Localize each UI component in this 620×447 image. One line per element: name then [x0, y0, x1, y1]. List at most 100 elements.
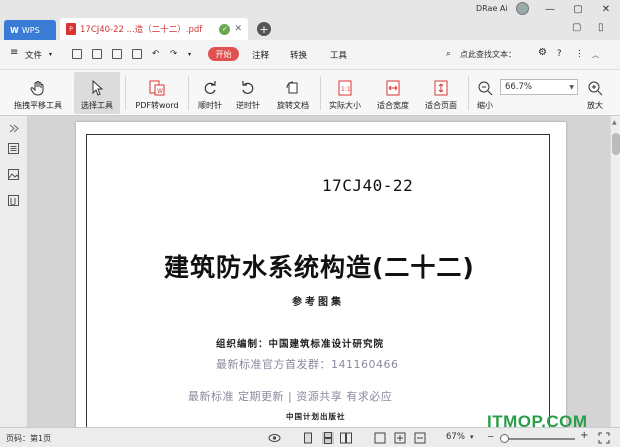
- wps-logo-icon: W: [10, 25, 19, 35]
- print-preview-icon[interactable]: [132, 49, 142, 59]
- eye-protection-icon[interactable]: [268, 432, 281, 444]
- select-tool-button[interactable]: 选择工具: [74, 72, 120, 114]
- title-bar: W WPS P 17CJ40-22 ...造（二十二）.pdf ✓ ✕ + DR…: [0, 0, 620, 40]
- hand-icon: [29, 79, 47, 97]
- tab-annotate[interactable]: 注释: [252, 49, 269, 61]
- hand-tool-button[interactable]: 拖拽平移工具: [6, 72, 70, 114]
- fit-page-button[interactable]: 适合页面: [418, 72, 464, 114]
- undo-icon[interactable]: ↶: [152, 49, 159, 59]
- rotate-counterclockwise-icon: [239, 79, 257, 97]
- zoom-out-label: 缩小: [477, 101, 493, 110]
- save-icon[interactable]: [92, 49, 102, 59]
- status-bar: 页码：第1页 67% ▾ − +: [0, 427, 620, 447]
- actual-size-icon: 1:1: [336, 79, 354, 97]
- rotate-counterclockwise-label: 逆时针: [236, 101, 260, 110]
- zoom-level-select[interactable]: 66.7% ▼: [500, 79, 578, 95]
- fit-width-label: 适合宽度: [377, 101, 409, 110]
- quick-access-dropdown-icon[interactable]: ▾: [188, 51, 191, 58]
- sidebar-collapse-icon[interactable]: [7, 122, 20, 135]
- rotate-clockwise-button[interactable]: 顺时针: [192, 72, 228, 114]
- more-icon[interactable]: ⋮: [575, 49, 584, 59]
- search-text-label[interactable]: 点此查找文本：: [460, 49, 516, 60]
- thumbnail-icon[interactable]: [7, 168, 20, 181]
- zoom-out-button[interactable]: 缩小: [472, 72, 498, 114]
- menu-file[interactable]: 文件: [25, 49, 42, 61]
- document-tab-label: 17CJ40-22 ...造（二十二）.pdf: [80, 25, 203, 35]
- attachment-icon[interactable]: [7, 194, 20, 207]
- rotate-document-button[interactable]: 旋转文档: [270, 72, 316, 114]
- close-window-icon[interactable]: ✕: [594, 1, 618, 17]
- zoom-plus-button[interactable]: +: [580, 430, 588, 441]
- toolbar-divider: [320, 76, 321, 110]
- zoom-dropdown-icon[interactable]: ▼: [569, 84, 574, 91]
- zoom-in-label: 放大: [587, 101, 603, 110]
- minimize-icon[interactable]: —: [538, 1, 562, 17]
- pdf-to-word-icon: W: [148, 79, 166, 97]
- help-icon[interactable]: ?: [557, 49, 562, 59]
- scroll-up-icon[interactable]: ▲: [612, 119, 617, 126]
- zoom-slider-knob[interactable]: [500, 434, 509, 443]
- document-tab[interactable]: P 17CJ40-22 ...造（二十二）.pdf ✓ ✕: [60, 18, 248, 40]
- actual-size-status-icon[interactable]: [374, 432, 386, 444]
- document-code: 17CJ40-22: [322, 176, 414, 195]
- tab-convert[interactable]: 转换: [290, 49, 307, 61]
- zoom-dropdown-icon[interactable]: ▾: [470, 433, 474, 441]
- fit-width-button[interactable]: 适合宽度: [370, 72, 416, 114]
- rotate-counterclockwise-button[interactable]: 逆时针: [230, 72, 266, 114]
- vertical-scrollbar[interactable]: ▲: [610, 116, 620, 427]
- collapse-ribbon-icon[interactable]: ︿: [592, 50, 599, 60]
- open-folder-icon[interactable]: [72, 49, 82, 59]
- actual-size-label: 实际大小: [329, 101, 361, 110]
- maximize-icon[interactable]: ▢: [566, 1, 590, 17]
- wps-home-tab[interactable]: W WPS: [4, 20, 56, 40]
- status-zoom-value: 67%: [446, 432, 465, 442]
- fit-page-label: 适合页面: [425, 101, 457, 110]
- two-page-view-icon[interactable]: [340, 432, 352, 444]
- actual-size-button[interactable]: 1:1 实际大小: [324, 72, 366, 114]
- continuous-view-icon[interactable]: [322, 432, 334, 444]
- pdf-page[interactable]: 17CJ40-22 建筑防水系统构造(二十二) 参考图集 组织编制：中国建筑标准…: [76, 122, 566, 434]
- tab-tools[interactable]: 工具: [330, 49, 347, 61]
- print-icon[interactable]: [112, 49, 122, 59]
- hamburger-icon[interactable]: ≡: [10, 47, 18, 58]
- document-group-notice: 最新标准官方首发群：141160466: [216, 358, 399, 371]
- zoom-in-icon: [586, 79, 604, 97]
- bookmark-outline-icon[interactable]: [7, 142, 20, 155]
- layout-toggle-icon[interactable]: ▯: [598, 22, 604, 33]
- user-name[interactable]: DRae Ai: [476, 4, 508, 13]
- pdf-to-word-label: PDF转word: [135, 101, 179, 110]
- file-dropdown-icon[interactable]: ▾: [49, 51, 52, 58]
- tab-start[interactable]: 开始: [208, 47, 239, 61]
- zoom-level-value: 66.7%: [505, 82, 533, 92]
- gear-icon[interactable]: ⚙: [538, 47, 547, 58]
- wps-tab-label: WPS: [21, 25, 40, 35]
- hand-tool-label: 拖拽平移工具: [14, 101, 62, 110]
- zoom-slider-track[interactable]: [505, 438, 575, 440]
- zoom-minus-button[interactable]: −: [487, 432, 494, 442]
- document-title: 建筑防水系统构造(二十二): [164, 253, 475, 282]
- document-viewport[interactable]: 17CJ40-22 建筑防水系统构造(二十二) 参考图集 组织编制：中国建筑标准…: [28, 116, 610, 434]
- message-icon[interactable]: ▢: [572, 22, 581, 33]
- document-publisher: 中国计划出版社: [286, 412, 346, 421]
- tab-close-icon[interactable]: ✕: [234, 24, 242, 34]
- redo-icon[interactable]: ↷: [170, 49, 177, 59]
- toolbar-divider: [125, 76, 126, 110]
- zoom-in-button[interactable]: 放大: [582, 72, 608, 114]
- fit-page-status-icon[interactable]: [394, 432, 406, 444]
- pdf-to-word-button[interactable]: W PDF转word: [130, 72, 184, 114]
- rotate-document-label: 旋转文档: [277, 101, 309, 110]
- search-icon[interactable]: ⌕: [446, 49, 451, 59]
- left-sidebar: [0, 116, 28, 427]
- scrollbar-thumb[interactable]: [612, 133, 620, 155]
- avatar[interactable]: [516, 2, 529, 15]
- fit-width-status-icon[interactable]: [414, 432, 426, 444]
- single-page-view-icon[interactable]: [302, 432, 314, 444]
- document-subtitle: 参考图集: [292, 297, 344, 308]
- svg-text:W: W: [157, 88, 163, 95]
- fullscreen-icon[interactable]: [598, 432, 610, 444]
- ribbon-toolbar: 拖拽平移工具 选择工具 W PDF转word 顺时针 逆时针 旋转文档 1:1: [0, 70, 620, 116]
- new-tab-plus-icon[interactable]: +: [257, 22, 271, 36]
- page-indicator[interactable]: 页码：第1页: [6, 433, 51, 444]
- menu-bar: ≡ 文件 ▾ ↶ ↷ ▾ 开始 注释 转换 工具 ⌕ 点此查找文本： ⚙ ? ⋮…: [0, 40, 620, 70]
- zoom-out-icon: [476, 79, 494, 97]
